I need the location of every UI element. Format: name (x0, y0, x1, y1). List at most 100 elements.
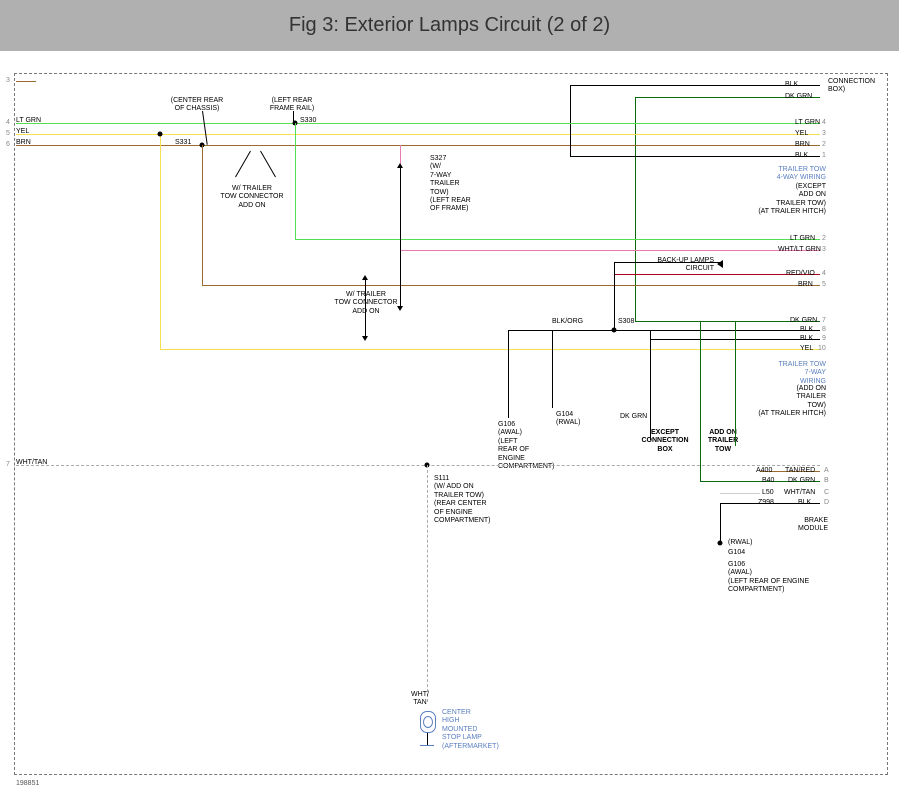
pin-bm-c: C (824, 489, 829, 496)
label-trailer-7way: TRAILER TOW 7-WAY WIRING (770, 361, 826, 386)
pin-6: 6 (6, 141, 10, 148)
pin-b3-3: 3 (822, 246, 826, 253)
pin-4: 4 (6, 119, 10, 126)
label-trailer-4way-sub: (EXCEPT ADD ON TRAILER TOW) (AT TRAILER … (756, 183, 826, 217)
wire-blk-top-v (570, 85, 571, 127)
label-blk-8: BLK (800, 326, 813, 334)
wire-label-ltgrn-left: LT GRN (16, 117, 41, 125)
label-whttan-c: WHT/TAN (784, 489, 815, 497)
pin-7w-7: 7 (822, 317, 826, 324)
wire-chmsl-gnd (427, 733, 428, 745)
label-backup: BACK-UP LAMPS CIRCUIT (640, 257, 714, 274)
arrow-left-rear (293, 111, 294, 125)
label-whttan-lamp: WHT/ TAN (405, 691, 435, 708)
wire-dkgrn-v1 (635, 97, 636, 321)
wire-yel-v (160, 134, 161, 349)
label-addon-tow: ADD ON TRAILER TOW (700, 429, 746, 454)
pin-4w-1: 1 (822, 152, 826, 159)
chmsl-lamp-icon (420, 711, 436, 733)
label-blk-d: BLK (798, 499, 811, 507)
doc-number: 198851 (16, 780, 39, 787)
wire-whttan-v (427, 465, 428, 702)
label-g104b: G104 (728, 549, 745, 557)
wire-ltgrn-h2 (295, 239, 820, 240)
wire-yel-5 (16, 134, 820, 135)
pin-4w-2: 2 (822, 141, 826, 148)
label-brn-4w: BRN (795, 141, 810, 149)
label-rwal-b: (RWAL) (728, 539, 753, 547)
dot-yel (158, 132, 163, 137)
pin-7w-9: 9 (822, 335, 826, 342)
wire-whttan-c (720, 493, 760, 494)
wire-blk-4way1 (570, 156, 820, 157)
pin-b3-5: 5 (822, 281, 826, 288)
label-g106: G106 (AWAL) (LEFT REAR OF ENGINE COMPART… (498, 421, 562, 471)
label-trailer-4way: TRAILER TOW 4-WAY WIRING (770, 166, 826, 183)
wire-blk-4way1-v (570, 127, 571, 157)
label-s331: S331 (175, 139, 191, 147)
label-blk-r1: BLK (785, 81, 798, 89)
pin-7w-8: 8 (822, 326, 826, 333)
label-towaddon1: W/ TRAILER TOW CONNECTOR ADD ON (214, 185, 290, 210)
pin-7: 7 (6, 461, 10, 468)
wire-brn-v (202, 145, 203, 285)
label-s330: S330 (300, 117, 316, 125)
chmsl-ground-bar (420, 745, 434, 746)
wire-blk-9v (650, 330, 651, 440)
label-a400: A400 (756, 467, 772, 475)
wire-label-brn-left: BRN (16, 139, 31, 147)
wire-blk-s308v (614, 262, 615, 332)
label-brn-b3: BRN (798, 281, 813, 289)
label-brake-module: BRAKE MODULE (788, 517, 828, 534)
wire-g106-h (508, 330, 614, 331)
arrow-tow2 (365, 279, 366, 337)
wire-g104-v (552, 330, 553, 408)
wire-brn-h2 (202, 285, 820, 286)
wire-g106-v (508, 330, 509, 418)
label-connection-box: CONNECTION BOX) (828, 78, 875, 95)
wire-pink (400, 250, 820, 251)
label-g104: G104 (RWAL) (556, 411, 581, 428)
wire-brn-top (16, 81, 36, 82)
wire-ltgrn-v (295, 123, 296, 239)
wire-dkgrn-brake2 (735, 321, 736, 446)
label-s308: S308 (618, 318, 634, 326)
pin-4w-3: 3 (822, 130, 826, 137)
label-center-rear: (CENTER REAR OF CHASSIS) (162, 97, 232, 114)
wire-whttan-7 (16, 465, 820, 467)
label-yel-10: YEL (800, 345, 813, 353)
wiring-diagram: 3 4 5 6 7 LT GRN YEL BRN WHT/TAN S330 S3… (0, 51, 899, 791)
arrow-s327-range (400, 167, 401, 307)
page-header: Fig 3: Exterior Lamps Circuit (2 of 2) (0, 0, 899, 51)
ground-dot (718, 541, 723, 546)
wire-ltgrn-4 (16, 123, 820, 124)
label-z998: Z998 (758, 499, 774, 507)
label-redvio-b3: RED/VIO (786, 270, 815, 278)
wire-dkgrn-brake (700, 321, 701, 481)
label-except-box: EXCEPT CONNECTION BOX (636, 429, 694, 454)
wire-blk-8 (614, 330, 820, 331)
label-ltgrn-b3: LT GRN (790, 235, 815, 243)
label-l50: L50 (762, 489, 774, 497)
label-dkgrn-7w: DK GRN (790, 317, 817, 325)
label-towaddon2: W/ TRAILER TOW CONNECTOR ADD ON (328, 291, 404, 316)
pin-3: 3 (6, 77, 10, 84)
label-whtltgrn-b3: WHT/LT GRN (778, 246, 821, 254)
label-left-rear-rail: (LEFT REAR FRAME RAIL) (262, 97, 322, 114)
pin-4w-4: 4 (822, 119, 826, 126)
page-title: Fig 3: Exterior Lamps Circuit (2 of 2) (289, 14, 610, 36)
label-b40: B40 (762, 477, 774, 485)
wire-backup-stub (614, 262, 720, 263)
pin-5: 5 (6, 130, 10, 137)
label-yel-4w: YEL (795, 130, 808, 138)
pin-7w-10: 10 (818, 345, 826, 352)
label-g106b: G106 (AWAL) (LEFT REAR OF ENGINE COMPART… (728, 561, 809, 595)
label-tanred: TAN/RED (785, 467, 815, 475)
label-blk-9: BLK (800, 335, 813, 343)
label-dkgrn-r1: DK GRN (785, 93, 812, 101)
pin-bm-d: D (824, 499, 829, 506)
wire-label-yel-left: YEL (16, 128, 29, 136)
label-s327: S327 (W/ 7-WAY TRAILER TOW) (LEFT REAR O… (430, 155, 471, 214)
pin-b3-2: 2 (822, 235, 826, 242)
label-ltgrn-4w: LT GRN (795, 119, 820, 127)
